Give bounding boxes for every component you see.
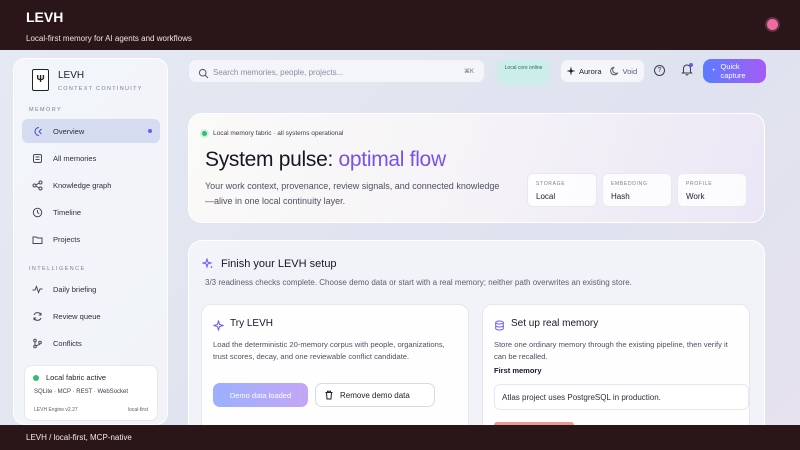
- title-main: System pulse:: [205, 148, 339, 171]
- setup-title: Finish your LEVH setup: [221, 258, 337, 270]
- sidebar-item-all-memories[interactable]: All memories: [22, 146, 160, 170]
- setup-description: 3/3 readiness checks complete. Choose de…: [205, 278, 632, 287]
- local-core-status-badge: Local core online: [497, 59, 550, 85]
- try-levh-title: Try LEVH: [230, 318, 273, 329]
- record-indicator: [767, 19, 778, 30]
- notification-badge: [689, 63, 693, 67]
- sidebar-item-review-queue[interactable]: Review queue: [22, 304, 160, 328]
- section-title-memory: MEMORY: [29, 107, 63, 113]
- sidebar-item-daily-briefing[interactable]: Daily briefing: [22, 277, 160, 301]
- sparkle-icon: [213, 318, 224, 331]
- app-subtitle: Local-first memory for AI agents and wor…: [26, 34, 192, 43]
- quick-capture-label: Quick capture: [720, 62, 746, 80]
- system-status-text: Local memory fabric · all systems operat…: [213, 130, 344, 137]
- sidebar-item-knowledge-graph[interactable]: Knowledge graph: [22, 173, 160, 197]
- real-memory-description: Store one ordinary memory through the ex…: [494, 340, 728, 361]
- app-viewport: Ψ LEVH CONTEXT CONTINUITY MEMORY Overvie…: [0, 50, 800, 425]
- branch-icon: [32, 338, 43, 349]
- stat-label: STORAGE: [536, 181, 566, 187]
- setup-card: Finish your LEVH setup 3/3 readiness che…: [188, 240, 765, 425]
- sidebar-item-label: Knowledge graph: [53, 180, 112, 190]
- status-dot: [33, 375, 39, 381]
- graph-icon: [32, 180, 43, 191]
- clock-icon: [32, 207, 43, 218]
- search-icon: [198, 66, 209, 79]
- status-dot: [202, 131, 207, 136]
- search-shortcut: ⌘K: [463, 69, 474, 75]
- pulse-icon: [32, 284, 43, 295]
- brand-name: LEVH: [58, 70, 85, 81]
- moon-icon: [609, 66, 620, 76]
- remove-demo-data-label: Remove demo data: [340, 390, 410, 400]
- quick-capture-button[interactable]: + Quick capture: [703, 59, 766, 83]
- engine-version: LEVH Engine v2.27: [34, 407, 78, 413]
- logo-icon: Ψ: [32, 69, 49, 91]
- search-input[interactable]: [213, 65, 453, 79]
- database-icon: [494, 318, 505, 331]
- sidebar-item-label: Overview: [53, 126, 85, 136]
- status-stack: SQLite · MCP · REST · WebSocket: [34, 389, 129, 395]
- stat-embedding: EMBEDDING Hash: [602, 173, 672, 207]
- theme-aurora-label: Aurora: [579, 66, 602, 76]
- sidebar-item-timeline[interactable]: Timeline: [22, 200, 160, 224]
- sparkles-icon: [201, 257, 214, 269]
- sidebar-item-label: All memories: [53, 153, 97, 163]
- engine-status-card: Local fabric active SQLite · MCP · REST …: [24, 365, 158, 421]
- engine-mode: local-first: [127, 407, 148, 413]
- stat-value: Work: [686, 192, 705, 201]
- remove-demo-data-button[interactable]: Remove demo data: [315, 383, 435, 407]
- theme-switcher: Aurora Void: [560, 59, 645, 83]
- footer-breadcrumb: LEVH / local-first, MCP-native: [26, 433, 132, 442]
- trash-icon: [324, 390, 334, 400]
- plus-icon: +: [712, 68, 716, 74]
- app-title: LEVH: [26, 9, 64, 25]
- folder-icon: [32, 234, 43, 245]
- brand-tagline: CONTEXT CONTINUITY: [58, 86, 143, 92]
- sidebar-item-overview[interactable]: Overview: [22, 119, 160, 143]
- stat-profile: PROFILE Work: [677, 173, 747, 207]
- stat-storage: STORAGE Local: [527, 173, 597, 207]
- demo-data-loaded-button[interactable]: Demo data loaded: [213, 383, 308, 407]
- theme-void-button[interactable]: Void: [609, 66, 638, 76]
- help-button[interactable]: ?: [654, 65, 665, 76]
- section-title-intelligence: INTELLIGENCE: [29, 266, 86, 272]
- system-pulse-card: Local memory fabric · all systems operat…: [188, 113, 765, 223]
- stat-label: EMBEDDING: [611, 181, 648, 187]
- aurora-icon: [566, 66, 576, 76]
- app-header: LEVH Local-first memory for AI agents an…: [0, 0, 800, 50]
- page-title: System pulse: optimal flow: [205, 148, 446, 172]
- first-memory-field[interactable]: [494, 384, 749, 410]
- sidebar-item-label: Daily briefing: [53, 284, 97, 294]
- footer: LEVH / local-first, MCP-native: [0, 425, 800, 450]
- theme-void-label: Void: [622, 66, 638, 76]
- stat-value: Local: [536, 192, 556, 201]
- system-status-badge: Local memory fabric · all systems operat…: [202, 130, 343, 137]
- stat-label: PROFILE: [686, 181, 713, 187]
- sidebar-item-label: Timeline: [53, 207, 82, 217]
- theme-aurora-button[interactable]: Aurora: [566, 66, 602, 76]
- real-memory-title: Set up real memory: [511, 318, 599, 329]
- status-title: Local fabric active: [46, 373, 107, 382]
- title-accent: optimal flow: [338, 148, 447, 171]
- hero-description: Your work context, provenance, review si…: [205, 181, 500, 206]
- try-levh-description: Load the deterministic 20-memory corpus …: [213, 340, 445, 361]
- sidebar-item-label: Projects: [53, 234, 81, 244]
- sparkle-icon: [32, 126, 43, 137]
- real-memory-card: Set up real memory Store one ordinary me…: [482, 304, 750, 425]
- try-levh-card: Try LEVH Load the deterministic 20-memor…: [201, 304, 469, 425]
- active-indicator: [148, 129, 152, 133]
- sidebar-item-projects[interactable]: Projects: [22, 227, 160, 251]
- sidebar-item-label: Conflicts: [53, 338, 82, 348]
- search-bar[interactable]: ⌘K: [188, 59, 485, 83]
- sidebar: Ψ LEVH CONTEXT CONTINUITY MEMORY Overvie…: [13, 58, 168, 425]
- first-memory-label: First memory: [494, 366, 542, 375]
- sidebar-item-label: Review queue: [53, 311, 101, 321]
- refresh-icon: [32, 311, 43, 322]
- list-icon: [32, 153, 43, 164]
- stat-value: Hash: [611, 192, 630, 201]
- sidebar-item-conflicts[interactable]: Conflicts: [22, 331, 160, 355]
